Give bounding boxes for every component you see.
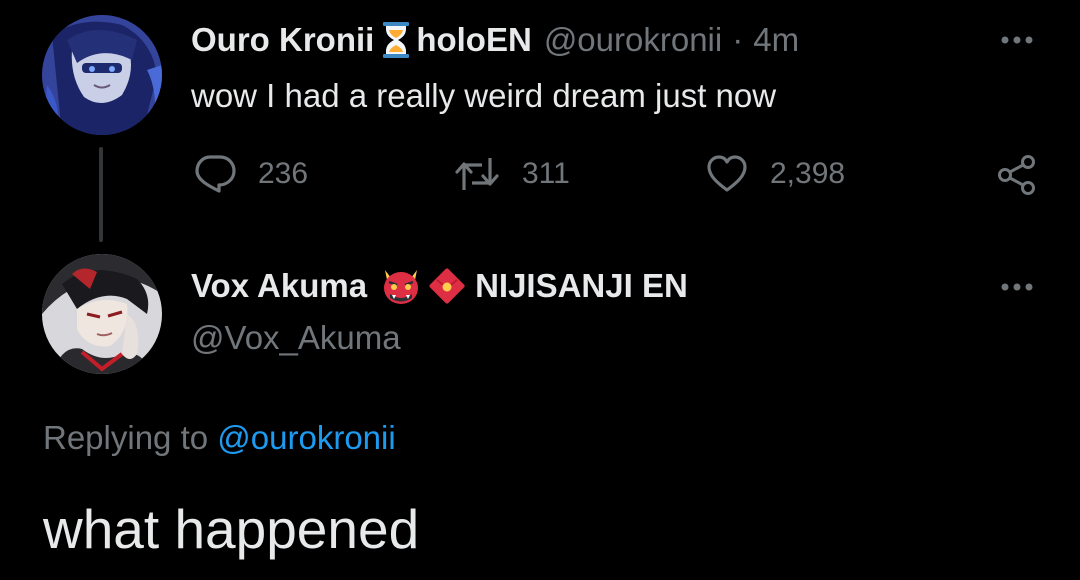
original-affiliation: holoEN	[416, 21, 532, 58]
red-envelope-icon	[427, 266, 467, 306]
reply-handle[interactable]: @Vox_Akuma	[191, 318, 401, 358]
thread-connector-line	[99, 147, 103, 242]
header-separator: ·	[732, 21, 744, 58]
reply-display-name[interactable]: Vox Akuma	[191, 266, 367, 306]
original-tweet-header: Ouro Kronii holoEN @ourokronii · 4m	[191, 20, 799, 60]
original-tweet-text: wow I had a really weird dream just now	[191, 77, 777, 114]
retweet-button[interactable]: 311	[454, 154, 570, 194]
vox-akuma-avatar[interactable]	[42, 254, 162, 374]
share-icon	[996, 154, 1038, 196]
oni-mask-icon	[379, 266, 423, 306]
more-options-icon[interactable]	[997, 20, 1037, 60]
replying-to-line: Replying to @ourokronii	[43, 418, 396, 458]
reply-count: 236	[258, 157, 309, 190]
hourglass-icon	[382, 21, 410, 59]
share-button[interactable]	[996, 154, 1038, 196]
like-count: 2,398	[770, 157, 846, 190]
like-button[interactable]: 2,398	[706, 154, 845, 194]
retweet-count: 311	[522, 157, 570, 190]
reply-more-options-icon[interactable]	[997, 267, 1037, 307]
original-handle[interactable]: @ourokronii	[544, 20, 722, 60]
tweet-thread: Ouro Kronii holoEN @ourokronii · 4m wow …	[0, 0, 1080, 580]
reply-button[interactable]: 236	[194, 154, 308, 194]
reply-affiliation: NIJISANJI EN	[475, 267, 688, 304]
reply-tweet-header: Vox Akuma NIJISANJI EN	[191, 266, 688, 306]
replying-to-label: Replying to	[43, 419, 209, 456]
original-display-name[interactable]: Ouro Kronii	[191, 20, 374, 60]
heart-icon	[706, 154, 748, 194]
ourokronii-avatar[interactable]	[42, 15, 162, 135]
reply-icon	[194, 154, 236, 194]
reply-tweet-text: what happened	[43, 498, 420, 560]
retweet-icon	[454, 154, 500, 194]
tweet-timestamp[interactable]: 4m	[753, 20, 799, 60]
replying-to-mention-link[interactable]: @ourokronii	[217, 419, 395, 456]
